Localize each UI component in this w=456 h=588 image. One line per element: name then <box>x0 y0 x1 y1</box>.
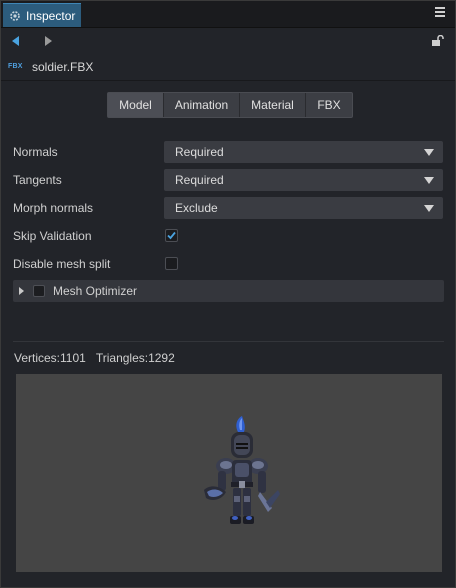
tab-fbx[interactable]: FBX <box>306 93 352 117</box>
tab-model[interactable]: Model <box>108 93 164 117</box>
disable-mesh-split-label: Disable mesh split <box>13 257 111 271</box>
normals-select[interactable]: Required <box>164 141 443 163</box>
normals-label: Normals <box>13 145 58 159</box>
asset-tabs: Model Animation Material FBX <box>107 92 353 118</box>
disable-mesh-split-checkbox[interactable] <box>165 257 178 270</box>
skip-validation-label: Skip Validation <box>13 229 92 243</box>
dropdown-arrow-icon <box>424 149 434 156</box>
vertices-count: Vertices:1101 <box>14 351 86 365</box>
gear-icon <box>10 10 20 21</box>
back-arrow-icon[interactable] <box>12 36 20 46</box>
dropdown-arrow-icon <box>424 205 434 212</box>
nav-row <box>1 28 455 56</box>
fbx-file-icon: FBX <box>8 63 23 70</box>
tab-bar: Inspector <box>1 1 455 28</box>
file-name: soldier.FBX <box>32 60 94 74</box>
tangents-label: Tangents <box>13 173 62 187</box>
file-header: FBX soldier.FBX <box>1 56 455 81</box>
skip-validation-checkbox[interactable] <box>165 229 178 242</box>
inspector-panel: Inspector FBX soldier.FBX Model Animatio… <box>0 0 456 588</box>
morph-normals-select[interactable]: Exclude <box>164 197 443 219</box>
tab-material[interactable]: Material <box>240 93 306 117</box>
unlock-icon[interactable] <box>431 35 445 47</box>
tab-inspector[interactable]: Inspector <box>3 3 81 27</box>
mesh-optimizer-label: Mesh Optimizer <box>53 284 138 298</box>
expand-triangle-icon[interactable] <box>19 287 24 295</box>
divider <box>13 341 444 342</box>
model-preview[interactable] <box>16 374 442 572</box>
checkmark-icon <box>167 231 176 240</box>
forward-arrow-icon[interactable] <box>44 36 52 46</box>
mesh-stats: Vertices:1101 Triangles:1292 <box>14 351 175 365</box>
menu-icon[interactable] <box>435 7 445 19</box>
tangents-select[interactable]: Required <box>164 169 443 191</box>
triangles-count: Triangles:1292 <box>95 351 175 365</box>
morph-normals-label: Morph normals <box>13 201 94 215</box>
normals-value: Required <box>175 145 224 159</box>
tangents-value: Required <box>175 173 224 187</box>
soldier-model-image <box>204 416 280 524</box>
mesh-optimizer-section[interactable]: Mesh Optimizer <box>13 280 444 302</box>
mesh-optimizer-checkbox[interactable] <box>33 285 45 297</box>
tab-animation[interactable]: Animation <box>164 93 240 117</box>
tab-title: Inspector <box>26 8 76 23</box>
morph-normals-value: Exclude <box>175 201 218 215</box>
dropdown-arrow-icon <box>424 177 434 184</box>
